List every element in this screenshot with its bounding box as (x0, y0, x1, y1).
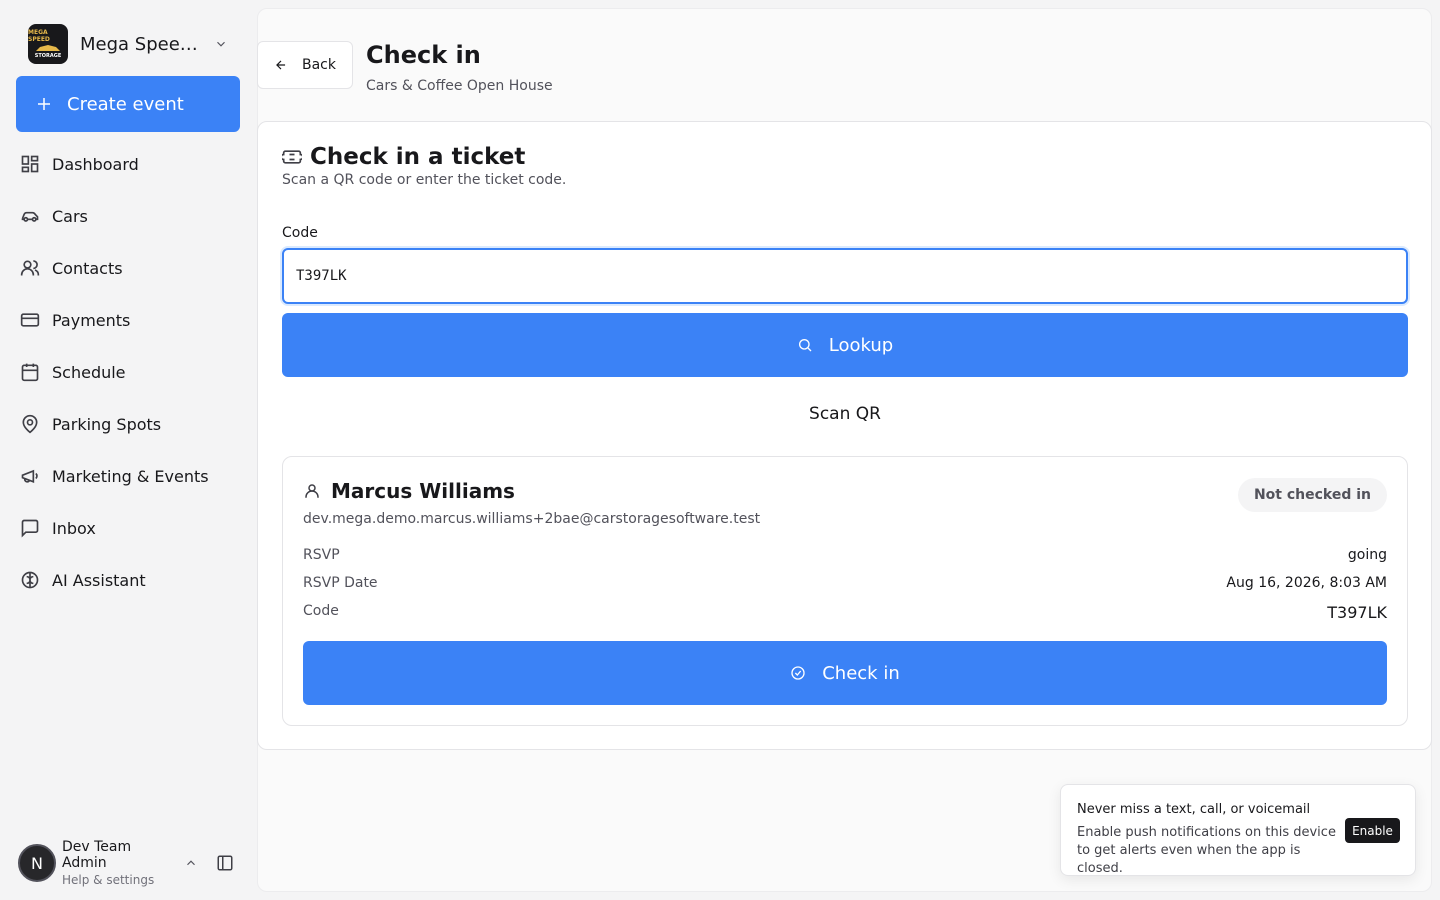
sidebar-toggle-icon[interactable] (216, 854, 234, 872)
scan-qr-button[interactable]: Scan QR (282, 392, 1408, 436)
sidebar-item-label: AI Assistant (52, 570, 146, 590)
code-label: Code (282, 225, 318, 241)
page-subtitle: Cars & Coffee Open House (366, 78, 553, 94)
detail-key: RSVP Date (303, 575, 378, 591)
brain-icon (21, 571, 39, 589)
sidebar-item-label: Parking Spots (52, 414, 162, 434)
sidebar: MEGA SPEED STORAGE Mega Speed Storage Cr… (0, 0, 256, 900)
org-logo: MEGA SPEED STORAGE (28, 24, 68, 64)
create-event-button[interactable]: Create event (16, 76, 240, 132)
user-name: Dev Team Admin (62, 839, 132, 871)
lookup-label: Lookup (828, 334, 894, 356)
contacts-icon (20, 260, 40, 276)
user-menu[interactable]: N Dev Team Admin Help & settings (18, 839, 240, 887)
search-icon (798, 339, 812, 352)
avatar: N (18, 844, 56, 882)
detail-row-code: Code T397LK (303, 603, 1387, 622)
ticket-holder: Marcus Williams (303, 479, 515, 503)
car-silhouette-icon (36, 44, 60, 51)
ticket-result: Marcus Williams Not checked in dev.mega.… (282, 456, 1408, 726)
main-panel: Back Check in Cars & Coffee Open House C… (257, 8, 1432, 892)
page-title: Check in (366, 41, 481, 69)
sidebar-item-marketing-events[interactable]: Marketing & Events (16, 450, 240, 502)
detail-row-rsvp: RSVP going (303, 547, 1387, 563)
dashboard-icon (21, 155, 39, 173)
sidebar-item-schedule[interactable]: Schedule (16, 346, 240, 398)
sidebar-item-cars[interactable]: Cars (16, 190, 240, 242)
check-in-button[interactable]: Check in (303, 641, 1387, 705)
org-name: Mega Speed Storage (80, 33, 202, 55)
ticket-email: dev.mega.demo.marcus.williams+2bae@carst… (303, 511, 761, 527)
sidebar-item-label: Dashboard (52, 154, 139, 174)
checkin-card: Check in a ticket Scan a QR code or ente… (257, 121, 1432, 750)
message-icon (21, 519, 39, 538)
calendar-icon (21, 363, 39, 382)
push-notification-toast: Never miss a text, call, or voicemail En… (1060, 784, 1416, 876)
sidebar-item-contacts[interactable]: Contacts (16, 242, 240, 294)
sidebar-item-inbox[interactable]: Inbox (16, 502, 240, 554)
sidebar-item-parking-spots[interactable]: Parking Spots (16, 398, 240, 450)
check-circle-icon (791, 666, 805, 680)
detail-value: going (1347, 547, 1387, 563)
back-label: Back (302, 57, 336, 73)
sidebar-item-label: Schedule (52, 362, 126, 382)
plus-icon (38, 98, 50, 110)
user-icon (305, 484, 319, 498)
org-switcher[interactable]: MEGA SPEED STORAGE Mega Speed Storage (20, 16, 236, 72)
detail-value: Aug 16, 2026, 8:03 AM (1226, 575, 1387, 591)
code-input[interactable] (282, 248, 1408, 304)
chevron-down-icon (217, 41, 225, 47)
toast-body: Enable push notifications on this device… (1077, 825, 1336, 876)
back-button[interactable]: Back (257, 41, 353, 89)
logo-text-top: MEGA SPEED (28, 28, 50, 43)
card-title-text: Check in a ticket (310, 144, 526, 170)
arrow-left-icon (276, 60, 286, 70)
sidebar-item-label: Inbox (52, 518, 96, 538)
detail-value: T397LK (1327, 603, 1387, 622)
ticket-icon (282, 150, 302, 164)
sidebar-item-ai-assistant[interactable]: AI Assistant (16, 554, 240, 606)
credit-card-icon (20, 313, 40, 327)
sidebar-item-label: Payments (52, 310, 131, 330)
sidebar-item-label: Contacts (52, 258, 123, 278)
toast-title: Never miss a text, call, or voicemail (1077, 802, 1311, 817)
sidebar-item-payments[interactable]: Payments (16, 294, 240, 346)
status-badge: Not checked in (1237, 478, 1387, 512)
user-text: Dev Team Admin Help & settings (62, 839, 178, 887)
sidebar-nav: Dashboard Cars Contacts Payments Schedul… (16, 138, 240, 606)
detail-key: RSVP (303, 547, 340, 563)
check-in-label: Check in (822, 662, 900, 684)
enable-notifications-button[interactable]: Enable (1345, 818, 1400, 843)
detail-key: Code (303, 603, 339, 619)
car-icon (21, 211, 39, 222)
lookup-button[interactable]: Lookup (282, 313, 1408, 377)
sidebar-item-dashboard[interactable]: Dashboard (16, 138, 240, 190)
sidebar-item-label: Marketing & Events (52, 466, 209, 486)
detail-row-rsvp-date: RSVP Date Aug 16, 2026, 8:03 AM (303, 575, 1387, 591)
create-event-label: Create event (67, 93, 184, 115)
card-title: Check in a ticket (282, 144, 525, 170)
chevron-up-icon (187, 860, 195, 866)
map-pin-icon (22, 414, 38, 434)
ticket-holder-name: Marcus Williams (331, 479, 515, 503)
megaphone-icon (21, 469, 38, 484)
card-description: Scan a QR code or enter the ticket code. (282, 172, 567, 188)
logo-text-bottom: STORAGE (34, 52, 62, 59)
sidebar-item-label: Cars (52, 206, 88, 226)
user-subtitle: Help & settings (62, 873, 155, 887)
